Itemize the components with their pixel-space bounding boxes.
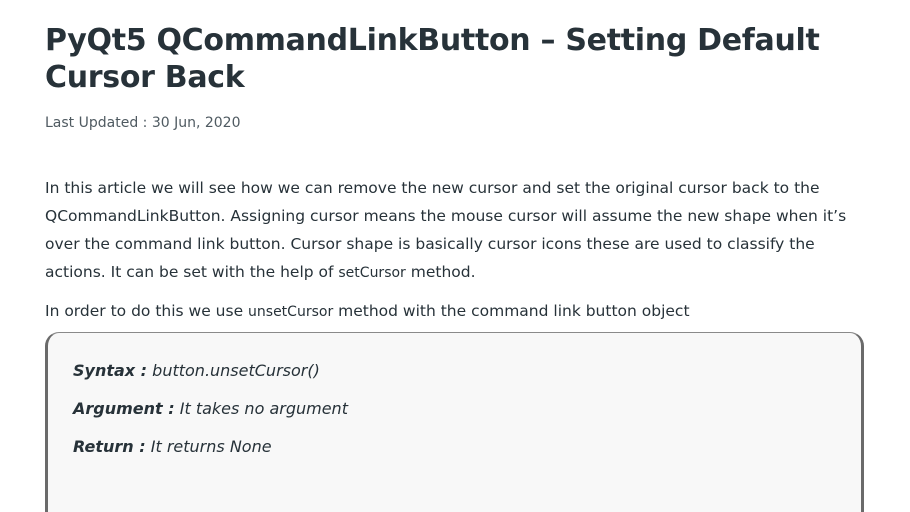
intro-paragraph: In this article we will see how we can r… — [45, 174, 870, 287]
argument-value: It takes no argument — [174, 399, 348, 418]
syntax-row: Syntax : button.unsetCursor() — [73, 359, 861, 383]
method-text: In order to do this we use — [45, 302, 249, 320]
method-text-end: method with the command link button obje… — [333, 302, 690, 320]
return-value: It returns None — [145, 437, 272, 456]
syntax-label: Syntax : — [73, 361, 148, 380]
return-label: Return : — [73, 437, 146, 456]
unset-cursor-code: unsetCursor — [248, 304, 334, 320]
syntax-value: button.unsetCursor() — [147, 361, 320, 380]
method-paragraph: In order to do this we use unsetCursor m… — [45, 297, 870, 326]
argument-label: Argument : — [73, 399, 175, 418]
set-cursor-code: setCursor — [338, 265, 406, 281]
intro-text-end: method. — [405, 263, 476, 281]
article: PyQt5 QCommandLinkButton – Setting Defau… — [45, 0, 870, 326]
syntax-box: Syntax : button.unsetCursor() Argument :… — [45, 332, 864, 512]
argument-row: Argument : It takes no argument — [73, 397, 861, 421]
last-updated: Last Updated : 30 Jun, 2020 — [45, 115, 241, 131]
article-title: PyQt5 QCommandLinkButton – Setting Defau… — [45, 23, 820, 95]
return-row: Return : It returns None — [73, 435, 861, 459]
